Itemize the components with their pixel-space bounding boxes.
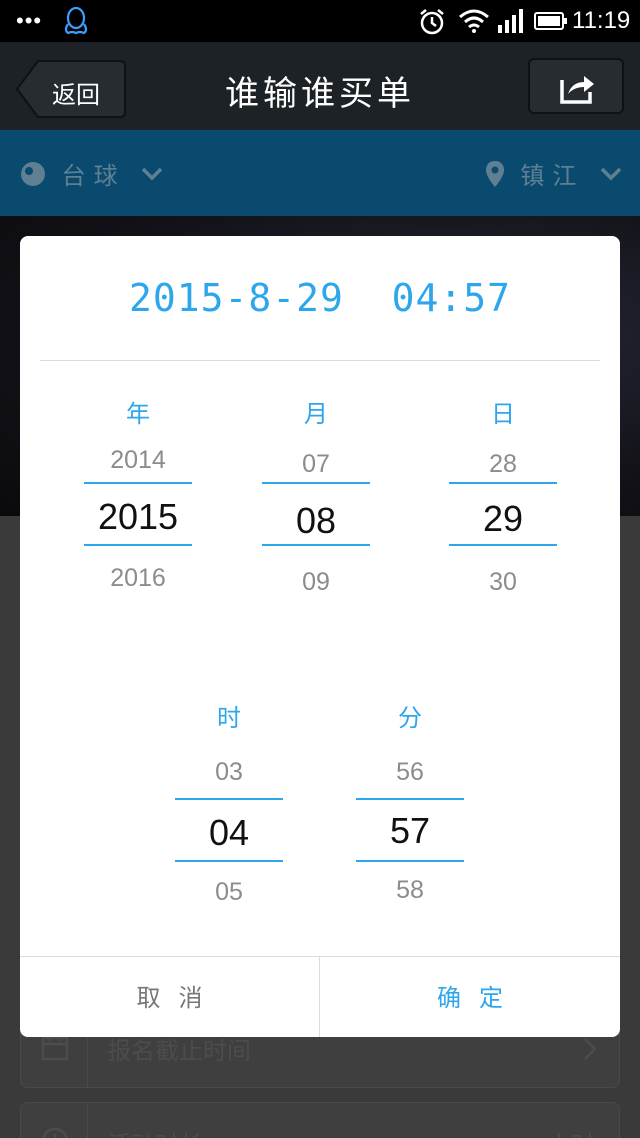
chevron-down-icon [600,167,622,180]
month-label: 月 [304,400,328,428]
selection-line [449,544,557,546]
status-time: 11:19 [572,7,631,34]
battery-icon [534,12,567,30]
share-button[interactable] [528,58,624,114]
selection-line [175,798,283,800]
selection-line [262,544,370,546]
minute-prev[interactable]: 56 [356,758,464,787]
chevron-down-icon [142,167,163,180]
category-filter[interactable]: 台球 [20,156,163,190]
year-current: 2015 [97,496,179,537]
year-prev[interactable]: 2014 [84,446,192,475]
selection-line [175,860,283,862]
day-next[interactable]: 30 [449,568,557,597]
minute-current: 57 [389,810,431,851]
day-current: 29 [482,498,524,539]
datetime-picker-dialog: 2015-8-29 04:57 年 2014 2015 2016 月 07 08… [20,236,620,1037]
billiard-ball-icon [21,161,45,186]
minute-next[interactable]: 58 [356,876,464,905]
clock-icon [42,1127,68,1138]
confirm-button[interactable]: 确定 [320,957,620,1037]
duration-label: 活动时长 [107,1125,203,1138]
picker-selected-datetime: 2015-8-29 04:57 [128,276,512,320]
minute-wheel[interactable]: 分 56 57 58 [356,698,464,918]
cancel-button[interactable]: 取消 [20,957,319,1037]
hour-prev[interactable]: 03 [175,758,283,787]
selection-line [356,860,464,862]
wifi-icon [459,9,489,33]
month-next[interactable]: 09 [262,568,370,597]
selection-line [262,482,370,484]
dialog-divider [40,360,600,361]
share-icon [560,76,594,104]
month-current: 08 [295,500,337,541]
duration-unit: 小时 [547,1125,595,1138]
duration-row[interactable]: 活动时长 小时 [20,1102,620,1138]
status-dots: ••• [16,8,43,33]
month-prev[interactable]: 07 [262,450,370,479]
filter-bar: 台球 镇江 [0,130,640,216]
app-header: 返回 谁输谁买单 [0,42,640,130]
selection-line [84,482,192,484]
calendar-icon [41,1035,69,1061]
hour-wheel[interactable]: 时 03 04 05 [175,698,283,918]
year-wheel[interactable]: 年 2014 2015 2016 [84,394,192,614]
signal-icon [498,9,523,33]
chevron-right-icon [584,1038,597,1060]
day-prev[interactable]: 28 [449,450,557,479]
city-filter-label: 镇江 [520,162,585,190]
dialog-button-row: 取消 确定 [20,956,620,1037]
year-next[interactable]: 2016 [84,564,192,593]
hour-label: 时 [217,704,241,732]
selection-line [84,544,192,546]
day-label: 日 [491,400,515,428]
row-separator [87,1103,88,1138]
alarm-icon [420,9,444,35]
hour-current: 04 [208,812,250,853]
selection-line [356,798,464,800]
status-bar: ••• 11:19 [0,0,640,42]
month-wheel[interactable]: 月 07 08 09 [262,394,370,614]
category-filter-label: 台球 [61,162,126,190]
location-pin-icon [485,160,504,187]
selection-line [449,482,557,484]
minute-label: 分 [398,704,422,732]
city-filter[interactable]: 镇江 [485,156,622,190]
year-label: 年 [126,400,150,428]
qq-penguin-icon [64,6,88,35]
hour-next[interactable]: 05 [175,878,283,907]
day-wheel[interactable]: 日 28 29 30 [449,394,557,614]
